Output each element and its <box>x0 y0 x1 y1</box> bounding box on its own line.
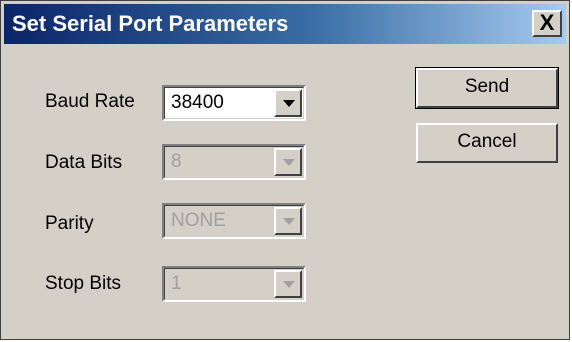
data-bits-value: 8 <box>171 151 182 172</box>
close-button[interactable]: X <box>532 10 562 37</box>
baud-rate-field[interactable]: 38400 <box>164 87 304 119</box>
stop-bits-value: 1 <box>171 273 182 294</box>
baud-rate-dropdown-button[interactable] <box>274 89 302 117</box>
parity-field: NONE <box>164 205 304 237</box>
baud-rate-label: Baud Rate <box>45 91 135 112</box>
baud-rate-select[interactable]: 38400 <box>162 85 306 121</box>
data-bits-field: 8 <box>164 146 304 178</box>
send-button[interactable]: Send <box>415 67 559 109</box>
data-bits-select: 8 <box>162 144 306 180</box>
chevron-down-icon <box>283 218 295 225</box>
stop-bits-field: 1 <box>164 268 304 300</box>
window-title: Set Serial Port Parameters <box>12 11 289 36</box>
data-bits-label: Data Bits <box>45 152 123 173</box>
baud-rate-value: 38400 <box>171 92 224 113</box>
close-icon: X <box>539 10 555 35</box>
parity-value: NONE <box>171 210 226 231</box>
stop-bits-dropdown-button <box>274 270 302 298</box>
chevron-down-icon <box>283 159 295 166</box>
serial-port-dialog: Set Serial Port Parameters X Baud Rate 3… <box>0 0 570 340</box>
stop-bits-label: Stop Bits <box>45 273 122 294</box>
stop-bits-select: 1 <box>162 266 306 302</box>
data-bits-dropdown-button <box>274 148 302 176</box>
title-bar[interactable]: Set Serial Port Parameters X <box>4 4 566 44</box>
parity-dropdown-button <box>274 207 302 235</box>
chevron-down-icon <box>283 281 295 288</box>
parity-label: Parity <box>45 213 94 234</box>
cancel-button[interactable]: Cancel <box>416 123 558 163</box>
chevron-down-icon <box>283 100 295 107</box>
parity-select: NONE <box>162 203 306 239</box>
